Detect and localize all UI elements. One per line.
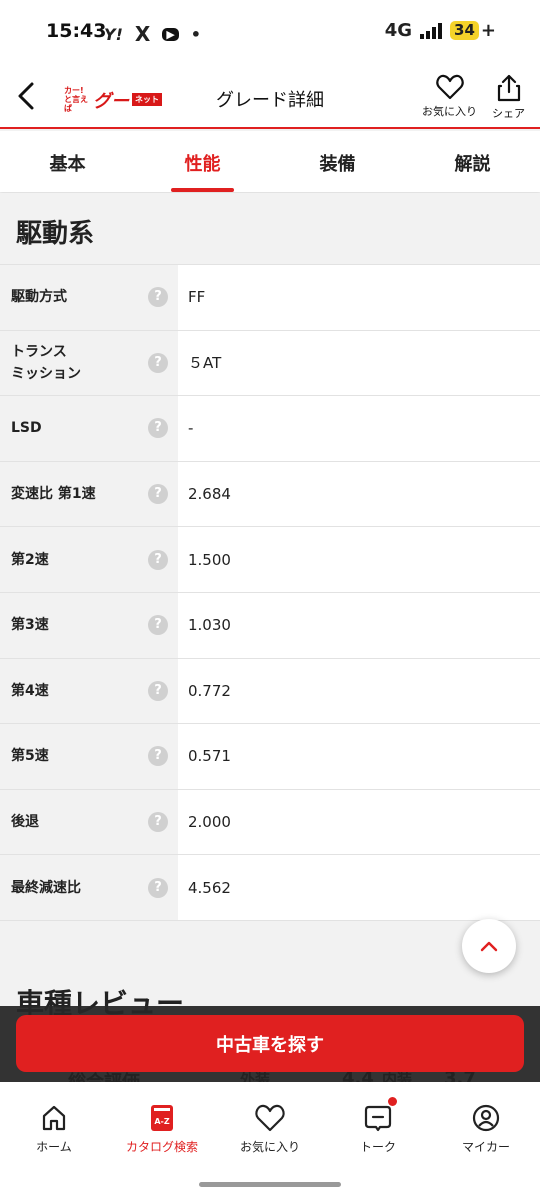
bottom-navigation: ホーム A-Z カタログ検索 お気に入り トーク マイカー [0,1082,540,1200]
help-icon[interactable]: ? [148,549,168,570]
row-value: 0.571 [178,724,540,789]
section-title: 駆動系 [0,193,540,264]
nav-favorites-label: お気に入り [239,1140,300,1154]
battery-icon: 34 [450,21,479,40]
x-icon: X [134,22,151,46]
youtube-icon: ▶ [162,27,179,41]
nav-favorites[interactable]: お気に入り [216,1082,324,1162]
row-label: LSD [11,420,42,437]
status-bar: 15:43 Y! X ▶ • 4G 34 + [0,0,540,66]
home-indicator[interactable] [199,1182,341,1187]
share-icon [497,74,520,102]
detail-tabs: 基本 性能 装備 解説 [0,131,540,192]
catalog-icon: A-Z [151,1105,173,1131]
chevron-up-icon [480,941,498,952]
nav-home-label: ホーム [36,1140,72,1154]
help-icon[interactable]: ? [148,812,168,833]
share-button[interactable]: シェア [492,74,525,121]
nav-home[interactable]: ホーム [0,1082,108,1162]
help-icon[interactable]: ? [148,877,168,898]
favorite-label: お気に入り [422,105,477,118]
row-label: 後退 [11,814,39,831]
tab-performance[interactable]: 性能 [135,131,270,192]
table-row: 駆動方式? FF [0,265,540,331]
row-label: 第4速 [11,682,49,699]
nav-my-car-label: マイカー [461,1140,510,1154]
notification-badge [388,1097,397,1106]
nav-talk-label: トーク [359,1140,396,1154]
table-row: 第4速? 0.772 [0,658,540,725]
help-icon[interactable]: ? [148,418,168,439]
status-app-icons: Y! X ▶ • [104,22,201,46]
heart-icon [255,1104,285,1132]
tab-explanation[interactable]: 解説 [405,131,540,192]
row-value: 0.772 [178,658,540,724]
network-label: 4G [384,20,413,41]
row-value: FF [178,265,540,330]
signal-icon [420,22,443,39]
home-icon [42,1105,66,1131]
row-value: 2.000 [178,789,540,855]
row-value: - [178,396,540,461]
table-row: 後退? 2.000 [0,789,540,856]
row-value: 1.030 [178,592,540,658]
help-icon[interactable]: ? [148,746,168,767]
row-label: 第3速 [11,617,49,634]
help-icon[interactable]: ? [148,352,168,373]
table-row: 第3速? 1.030 [0,592,540,659]
table-row: 第2速? 1.500 [0,527,540,593]
row-label: 第2速 [11,551,49,568]
row-label: 最終減速比 [11,879,81,896]
row-value: 4.562 [178,855,540,920]
help-icon[interactable]: ? [148,287,168,308]
nav-catalog-label: カタログ検索 [125,1140,198,1154]
tab-basic[interactable]: 基本 [0,131,135,192]
row-value: ５AT [178,330,540,396]
table-row: 変速比 第1速? 2.684 [0,461,540,528]
share-label: シェア [492,107,525,120]
row-label: 駆動方式 [11,289,67,306]
table-row: 第5速? 0.571 [0,724,540,790]
favorite-button[interactable]: お気に入り [422,74,477,119]
heart-icon [435,74,464,100]
row-value: 1.500 [178,527,540,592]
nav-catalog-search[interactable]: A-Z カタログ検索 [108,1082,216,1162]
dot-icon: • [190,24,202,44]
help-icon[interactable]: ? [148,484,168,505]
row-label: 第5速 [11,748,49,765]
table-row: 最終減速比? 4.562 [0,855,540,921]
app-header: カー!と言えば グー ネット グレード詳細 お気に入り シェア [0,66,540,129]
row-label: トランス ミッション [11,343,81,382]
help-icon[interactable]: ? [148,615,168,636]
tab-equipment[interactable]: 装備 [270,131,405,192]
search-used-cars-button[interactable]: 中古車を探す [16,1015,524,1072]
profile-icon [472,1104,500,1132]
nav-my-car[interactable]: マイカー [432,1082,540,1162]
help-icon[interactable]: ? [148,680,168,701]
table-row: トランス ミッション? ５AT [0,330,540,397]
row-value: 2.684 [178,461,540,527]
table-row: LSD? - [0,396,540,462]
chat-icon [364,1105,392,1132]
nav-talk[interactable]: トーク [324,1082,432,1162]
battery-charging-label: + [480,20,496,41]
spec-table: 駆動方式? FF トランス ミッション? ５AT LSD? - 変速比 第1速?… [0,264,540,921]
yahoo-icon: Y! [104,24,123,44]
svg-text:A-Z: A-Z [154,1117,170,1126]
status-time: 15:43 [46,20,107,42]
scroll-to-top-button[interactable] [462,919,516,973]
row-label: 変速比 第1速 [11,486,96,503]
